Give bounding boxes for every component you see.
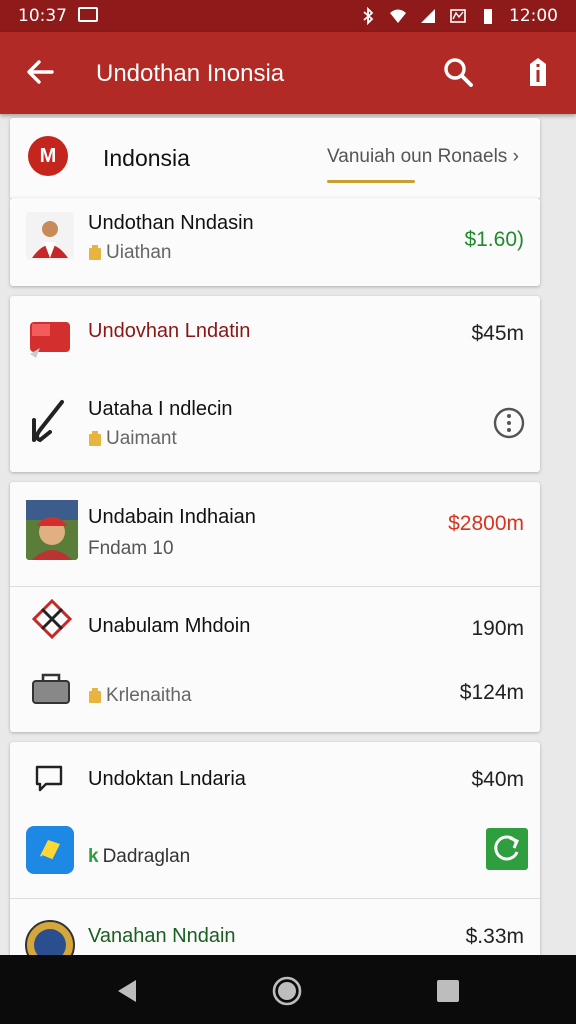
card-3: Undabain Indhaian Fndam 10 $2800m Unabul… <box>10 482 540 732</box>
info-icon[interactable] <box>522 54 554 92</box>
wifi-icon <box>390 9 406 23</box>
recents-square-icon[interactable] <box>432 975 464 1007</box>
item-amount: 190m <box>471 617 524 640</box>
tag-icon <box>89 688 101 703</box>
list-item[interactable]: Undovhan Lndatin $45m <box>10 296 540 376</box>
more-options-icon[interactable] <box>492 406 526 440</box>
back-triangle-icon[interactable] <box>112 975 144 1007</box>
search-icon[interactable] <box>440 54 476 90</box>
card-1: Undothan Nndasin Uiathan $1.60) <box>10 198 540 286</box>
item-subtitle: Uiathan <box>88 242 172 264</box>
item-subtitle: Fndam 10 <box>88 538 174 559</box>
item-subtitle: Krlenaitha <box>88 685 192 707</box>
list-item[interactable]: Undothan Nndasin Uiathan $1.60) <box>10 198 540 286</box>
app-title: Undothan Inonsia <box>96 60 285 87</box>
list-item[interactable]: Uataha I ndlecin Uaimant <box>10 376 540 472</box>
battery-icon <box>450 9 466 23</box>
card-4: Undoktan Lndaria $40m k Dadraglan Vanaha… <box>10 742 540 972</box>
home-circle-icon[interactable] <box>271 975 303 1007</box>
item-title: Unabulam Mhdoin <box>88 615 251 637</box>
item-subtitle: k Dadraglan <box>88 846 191 867</box>
item-title: Vanahan Nndain <box>88 925 236 947</box>
item-amount: $2800m <box>448 512 524 535</box>
item-title: Uataha I ndlecin <box>88 398 233 420</box>
toolbox-icon <box>32 673 70 704</box>
item-title: Undovhan Lndatin <box>88 320 251 342</box>
item-title: Undoktan Lndaria <box>88 768 246 790</box>
list-item[interactable]: Krlenaitha $124m <box>10 657 540 732</box>
tab-underline <box>327 180 415 183</box>
diamond-icon <box>32 599 72 639</box>
app-icon <box>26 826 74 874</box>
list-item[interactable]: Undoktan Lndaria $40m <box>10 742 540 816</box>
card-2: Undovhan Lndatin $45m Uataha I ndlecin U… <box>10 296 540 472</box>
header-name: Indonsia <box>103 145 190 171</box>
status-time: 10:37 <box>18 6 67 26</box>
list-item[interactable]: k Dadraglan <box>10 816 540 898</box>
status-clock-right: 12:00 <box>509 6 558 26</box>
system-nav-bar <box>0 955 576 1024</box>
image-icon <box>78 7 98 22</box>
header-card: M Indonsia Vanuiah oun Ronaels › <box>10 118 540 198</box>
hook-icon <box>32 400 64 443</box>
signal-icon <box>421 9 435 23</box>
list-item[interactable]: Undabain Indhaian Fndam 10 $2800m <box>10 482 540 586</box>
avatar-image <box>26 500 78 560</box>
back-arrow-icon[interactable] <box>22 54 58 90</box>
refresh-badge-icon[interactable] <box>486 828 528 870</box>
item-amount: $124m <box>459 681 524 704</box>
list-item[interactable]: Unabulam Mhdoin 190m <box>10 587 540 657</box>
chat-icon <box>35 765 63 792</box>
bluetooth-icon <box>363 7 374 25</box>
item-amount: $45m <box>471 322 524 345</box>
item-amount: $1.60) <box>464 228 524 251</box>
item-subtitle: Uaimant <box>88 428 177 450</box>
avatar-image <box>26 212 74 260</box>
item-amount: $40m <box>471 768 524 791</box>
tag-icon <box>89 245 101 260</box>
status-bar: 10:37 12:00 <box>0 0 576 32</box>
item-title: Undothan Nndasin <box>88 212 254 234</box>
item-title: Undabain Indhaian <box>88 506 256 528</box>
item-amount: $.33m <box>465 925 524 948</box>
gift-icon <box>30 322 70 358</box>
tab-link[interactable]: Vanuiah oun Ronaels › <box>327 146 519 168</box>
battery-level-icon <box>484 9 492 24</box>
tag-icon <box>89 431 101 446</box>
app-bar: Undothan Inonsia <box>0 32 576 114</box>
brand-logo: M <box>28 136 68 176</box>
